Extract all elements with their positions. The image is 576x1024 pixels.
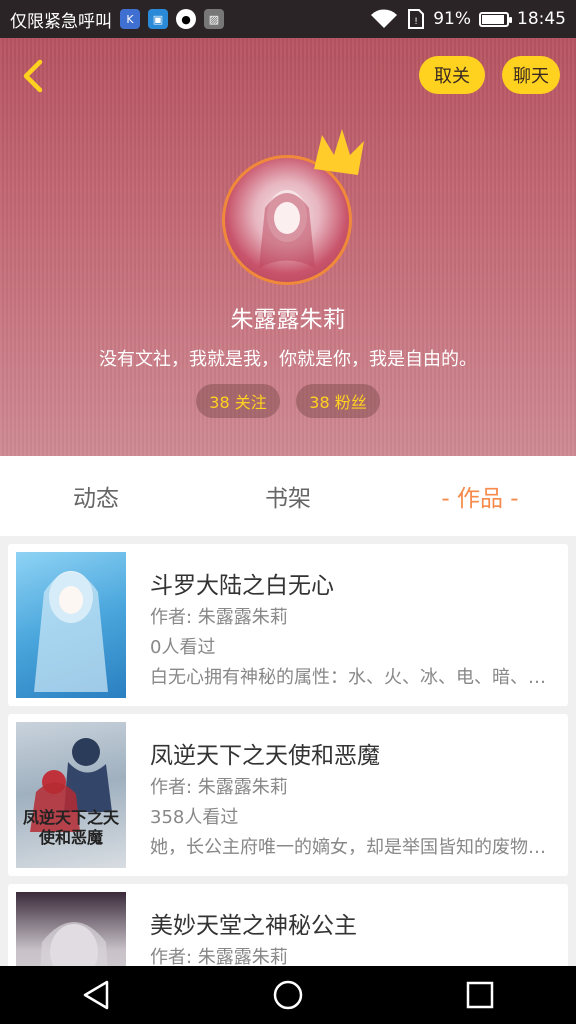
list-item[interactable]: 凤逆天下之天使和恶魔 凤逆天下之天使和恶魔 作者: 朱露露朱莉 358人看过 她… xyxy=(8,714,568,876)
book-cover: 凤逆天下之天使和恶魔 xyxy=(16,722,126,868)
list-item[interactable]: 美妙天堂之神秘公主 作者: 朱露露朱莉 xyxy=(8,884,568,966)
works-list: 斗罗大陆之白无心 作者: 朱露露朱莉 0人看过 白无心拥有神秘的属性：水、火、冰… xyxy=(0,536,576,966)
profile-tabs: 动态 书架 - 作品 - xyxy=(0,456,576,536)
book-title: 美妙天堂之神秘公主 xyxy=(150,913,357,939)
tab-activity[interactable]: 动态 xyxy=(0,456,192,536)
triangle-back-icon xyxy=(83,980,109,1010)
avatar-wrapper xyxy=(222,129,364,285)
book-title: 斗罗大陆之白无心 xyxy=(150,573,334,599)
square-recents-icon xyxy=(466,981,494,1009)
book-read-count: 0人看过 xyxy=(150,637,216,658)
following-count-button[interactable]: 38 关注 xyxy=(196,384,280,418)
book-author: 作者: 朱露露朱莉 xyxy=(150,607,288,628)
book-description: 她，长公主府唯一的嫡女，却是举国皆知的废物草包 xyxy=(150,837,552,858)
chat-button[interactable]: 聊天 xyxy=(502,56,560,94)
book-read-count: 358人看过 xyxy=(150,807,239,828)
book-cover xyxy=(16,892,126,966)
cover-illustration xyxy=(40,922,108,966)
nav-recents-button[interactable] xyxy=(455,970,505,1020)
back-button[interactable] xyxy=(14,56,54,96)
book-description: 白无心拥有神秘的属性：水、火、冰、电、暗、光、风、土 xyxy=(150,667,552,688)
nav-back-button[interactable] xyxy=(71,970,121,1020)
battery-icon xyxy=(479,11,512,27)
battery-percent: 91% xyxy=(433,9,471,29)
book-cover xyxy=(16,552,126,698)
clock: 18:45 xyxy=(517,9,566,29)
profile-header: 取关 聊天 朱露露朱莉 没有文社，我就是我，你就是你，我是自由的。 38 关注 … xyxy=(0,38,576,456)
cover-illustration xyxy=(34,571,108,692)
username: 朱露露朱莉 xyxy=(230,307,346,333)
nav-home-button[interactable] xyxy=(263,970,313,1020)
list-item[interactable]: 斗罗大陆之白无心 作者: 朱露露朱莉 0人看过 白无心拥有神秘的属性：水、火、冰… xyxy=(8,544,568,706)
status-bar: 仅限紧急呼叫 K ▣ ● ▨ ! 91% 18:45 xyxy=(0,0,576,38)
image-icon: ▨ xyxy=(204,9,224,29)
k-app-icon: K xyxy=(120,9,140,29)
crown-icon xyxy=(314,129,364,175)
svg-text:!: ! xyxy=(414,17,418,27)
user-bio: 没有文社，我就是我，你就是你，我是自由的。 xyxy=(99,349,477,370)
launcher-app-icon: ▣ xyxy=(148,9,168,29)
carrier-text: 仅限紧急呼叫 xyxy=(10,11,112,32)
cover-title-text: 凤逆天下之天使和恶魔 xyxy=(22,808,119,847)
tab-bookshelf[interactable]: 书架 xyxy=(192,456,384,536)
book-title: 凤逆天下之天使和恶魔 xyxy=(150,743,380,769)
circle-home-icon xyxy=(273,980,303,1010)
fans-count-button[interactable]: 38 粉丝 xyxy=(296,384,380,418)
system-nav-bar xyxy=(0,966,576,1024)
qq-icon: ● xyxy=(176,9,196,29)
tab-works[interactable]: - 作品 - xyxy=(384,456,576,536)
chevron-left-icon xyxy=(23,59,43,93)
unfollow-button[interactable]: 取关 xyxy=(419,56,485,94)
book-author: 作者: 朱露露朱莉 xyxy=(150,777,288,798)
sim-icon: ! xyxy=(408,9,425,29)
wifi-icon xyxy=(371,9,398,28)
book-author: 作者: 朱露露朱莉 xyxy=(150,947,288,966)
